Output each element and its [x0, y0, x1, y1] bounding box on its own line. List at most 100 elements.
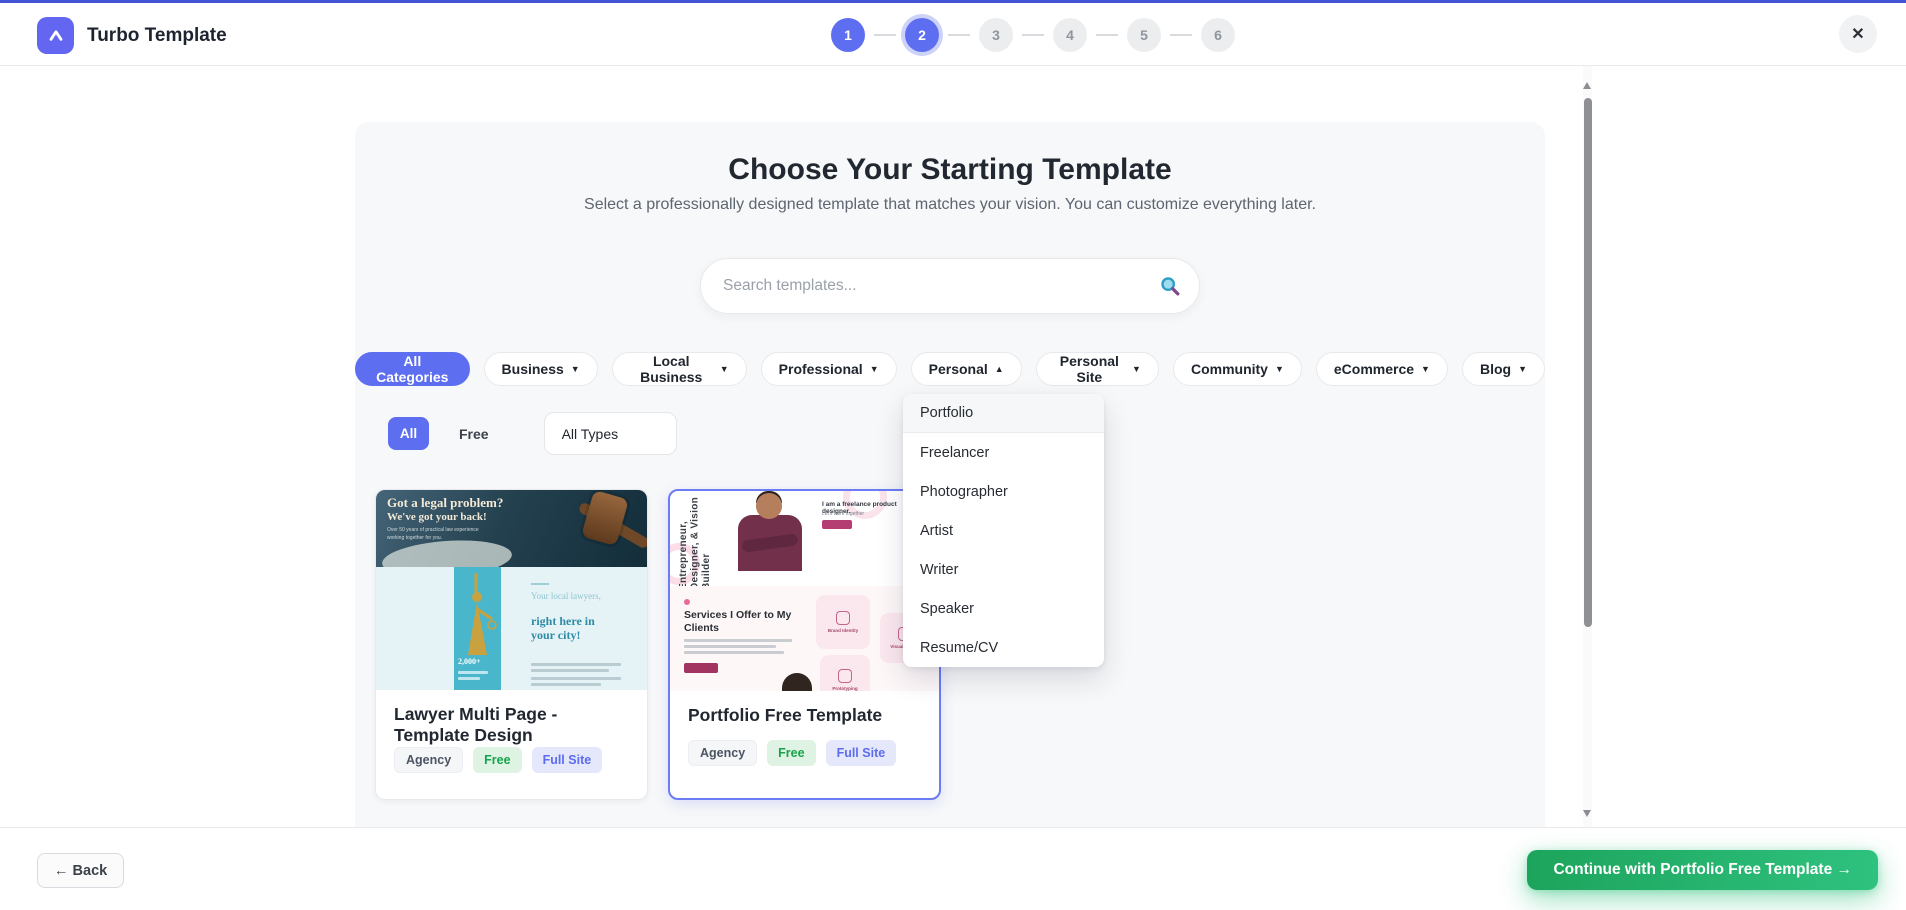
type-toggle-all[interactable]: All — [388, 417, 429, 450]
dropdown-item-portfolio[interactable]: Portfolio — [903, 394, 1104, 433]
category-personal-site[interactable]: Personal Site ▼ — [1035, 352, 1159, 386]
thumb-tagline-light: Your local lawyers, — [531, 591, 601, 601]
type-filter-row: All Free All Types — [388, 412, 677, 455]
chevron-up-icon: ▲ — [994, 363, 1004, 374]
chevron-down-icon: ▼ — [719, 363, 729, 374]
search-icon[interactable] — [1159, 275, 1181, 297]
chevron-down-icon: ▼ — [570, 363, 580, 374]
scroll-down-arrow[interactable] — [1583, 810, 1591, 817]
decor-bar — [684, 645, 776, 648]
badge-row: Agency Free Full Site — [394, 747, 603, 773]
dropdown-item-freelancer[interactable]: Freelancer — [903, 433, 1104, 472]
category-label: Blog — [1479, 361, 1512, 377]
back-button[interactable]: ← Back — [37, 853, 125, 888]
page-title: Choose Your Starting Template — [728, 153, 1172, 186]
category-business[interactable]: Business ▼ — [483, 352, 598, 386]
step-connector — [948, 33, 970, 36]
category-community[interactable]: Community ▼ — [1172, 352, 1302, 386]
thumb-cta-button — [822, 520, 852, 529]
category-ecommerce[interactable]: eCommerce ▼ — [1315, 352, 1448, 386]
types-select-value: All Types — [561, 425, 619, 442]
thumb-vertical-text: Entrepreneur, Designer, & Vision Builder — [678, 496, 712, 590]
template-thumbnail-lawyer: Got a legal problem? We've got your back… — [376, 490, 647, 690]
header: Turbo Template 1 2 3 4 5 6 ✕ — [0, 3, 1906, 66]
template-card-portfolio-selected[interactable]: Entrepreneur, Designer, & Vision Builder… — [668, 489, 941, 800]
step-connector — [874, 33, 896, 36]
category-filter-row: All Categories Business ▼ Local Business… — [355, 352, 1545, 386]
category-label: Professional — [778, 361, 863, 377]
search-input[interactable] — [723, 277, 1159, 295]
types-select[interactable]: All Types — [543, 412, 677, 455]
dropdown-item-photographer[interactable]: Photographer — [903, 472, 1104, 511]
app-logo: Turbo Template — [37, 17, 227, 54]
gavel-image — [581, 490, 629, 547]
scrollbar-thumb[interactable] — [1583, 98, 1592, 627]
category-local-business[interactable]: Local Business ▼ — [611, 352, 747, 386]
thumb-learn-button — [684, 663, 718, 673]
logo-icon — [37, 17, 74, 54]
thumb-subheadline: We've got your back! — [387, 511, 487, 523]
template-title: Portfolio Free Template — [688, 705, 883, 725]
step-connector — [1022, 33, 1044, 36]
chevron-down-icon: ▼ — [1518, 363, 1527, 374]
chevron-down-icon: ▼ — [869, 363, 879, 374]
app-title: Turbo Template — [87, 24, 227, 46]
step-indicator: 1 2 3 4 5 6 — [831, 3, 1235, 66]
thumb-services-heading: Services I Offer to My Clients — [684, 609, 792, 635]
chevron-down-icon: ▼ — [1132, 363, 1141, 374]
thumb-intro-sub: Let's work together — [822, 511, 865, 517]
thumb-stat: 2,000+ — [458, 657, 481, 666]
badge-free: Free — [767, 740, 816, 766]
decor-bar — [458, 677, 480, 680]
template-thumbnail-portfolio: Entrepreneur, Designer, & Vision Builder… — [670, 491, 939, 691]
badge-free: Free — [473, 747, 522, 773]
close-button[interactable]: ✕ — [1839, 15, 1877, 53]
service-icon — [838, 669, 852, 683]
category-label: All Categories — [376, 353, 449, 385]
chevron-down-icon: ▼ — [1274, 363, 1284, 374]
footer: ← Back Continue with Portfolio Free Temp… — [0, 827, 1906, 910]
category-all-categories[interactable]: All Categories — [355, 352, 470, 386]
service-label: Brand Identity — [827, 628, 859, 633]
decor-bar — [458, 671, 488, 674]
chevron-down-icon: ▼ — [1421, 363, 1430, 374]
decor-bar — [531, 663, 621, 666]
decor-dot — [684, 599, 690, 605]
dropdown-item-resume-cv[interactable]: Resume/CV — [903, 628, 1104, 667]
dropdown-item-speaker[interactable]: Speaker — [903, 589, 1104, 628]
badge-full-site: Full Site — [825, 740, 897, 766]
step-2-current: 2 — [905, 17, 939, 52]
decor-dash — [531, 583, 549, 585]
category-label: eCommerce — [1333, 361, 1415, 377]
thumbnail-body-section: 2,000+ Your local lawyers, right here in… — [376, 567, 647, 690]
template-card-grid: Got a legal problem? We've got your back… — [375, 489, 941, 800]
close-icon: ✕ — [1851, 26, 1865, 43]
category-personal-open[interactable]: Personal ▲ — [910, 352, 1022, 386]
category-blog[interactable]: Blog ▼ — [1461, 352, 1545, 386]
category-label: Community — [1190, 361, 1268, 377]
search-bar — [700, 258, 1200, 314]
badge-row: Agency Free Full Site — [688, 740, 897, 766]
thumb-tagline-bold: right here in your city! — [531, 614, 595, 643]
badge-full-site: Full Site — [531, 747, 603, 773]
template-card-lawyer[interactable]: Got a legal problem? We've got your back… — [375, 489, 648, 800]
dropdown-item-artist[interactable]: Artist — [903, 511, 1104, 550]
personal-dropdown-menu: Portfolio Freelancer Photographer Artist… — [903, 394, 1104, 667]
decor-bar — [531, 669, 609, 672]
category-label: Personal — [928, 361, 988, 377]
category-professional[interactable]: Professional ▼ — [760, 352, 897, 386]
dropdown-item-writer[interactable]: Writer — [903, 550, 1104, 589]
thumb-headline: Got a legal problem? — [387, 495, 504, 510]
page-subtitle: Select a professionally designed templat… — [584, 196, 1316, 213]
continue-button[interactable]: Continue with Portfolio Free Template → — [1527, 850, 1878, 890]
type-toggle-free[interactable]: Free — [459, 426, 489, 442]
category-label: Personal Site — [1059, 353, 1119, 385]
decor-bar — [684, 639, 792, 642]
service-label: Prototyping — [832, 686, 858, 691]
statue-band: 2,000+ — [454, 567, 501, 690]
scroll-up-arrow[interactable] — [1583, 82, 1591, 89]
person-image — [756, 493, 782, 519]
decor-bar — [531, 677, 621, 680]
decor-bar — [531, 683, 601, 686]
scrollbar[interactable] — [1583, 66, 1592, 827]
